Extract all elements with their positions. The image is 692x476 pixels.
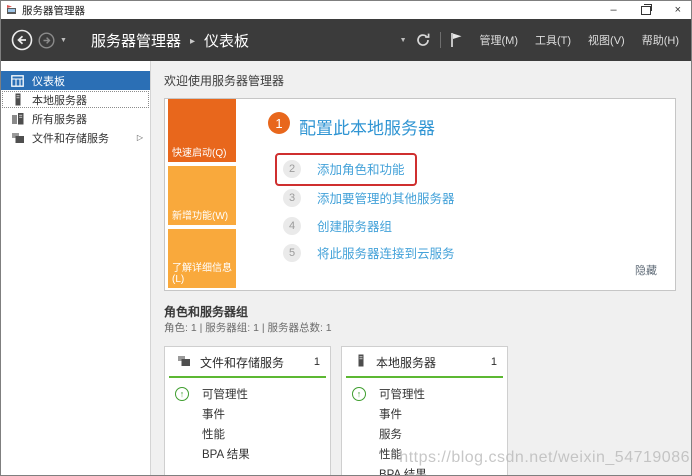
menu-view[interactable]: 视图(V) (588, 32, 625, 48)
expand-arrow-icon[interactable]: ▷ (137, 133, 143, 142)
step-4-badge: 4 (283, 216, 301, 235)
forward-icon[interactable] (38, 31, 55, 49)
step-1-badge: 1 (268, 112, 290, 134)
tile-row-manageability[interactable]: ↑ 可管理性 (165, 384, 330, 404)
step-2-badge: 2 (283, 159, 301, 178)
server-manager-window: 服务器管理器 – × ▼ 服务器管理器 ▸ 仪表板 ▼ 管理(M) 工具(T) … (0, 0, 692, 476)
tile-count: 1 (313, 356, 320, 368)
step-3-badge: 3 (283, 188, 301, 207)
breadcrumb-root[interactable]: 服务器管理器 (91, 30, 181, 51)
title-bar: 服务器管理器 – × (1, 1, 691, 19)
tile-title: 本地服务器 (376, 355, 437, 370)
sidebar-item-all-servers[interactable]: 所有服务器 (1, 109, 150, 128)
dashboard-grid-icon (10, 74, 25, 88)
tile-count: 1 (490, 356, 497, 368)
breadcrumb: 服务器管理器 ▸ 仪表板 (91, 30, 249, 51)
tab-label: 新增功能(W) (172, 211, 229, 222)
sidebar-item-label: 文件和存储服务 (32, 132, 109, 145)
tile-header[interactable]: 文件和存储服务 1 (165, 347, 330, 375)
file-storage-icon (10, 131, 25, 145)
refresh-icon[interactable] (415, 32, 431, 48)
local-server-icon (10, 93, 25, 107)
menu-tools[interactable]: 工具(T) (535, 32, 571, 48)
local-server-icon (354, 354, 367, 370)
roles-groups-title: 角色和服务器组 (164, 305, 249, 319)
tile-title: 文件和存储服务 (200, 355, 285, 370)
tile-row-manageability[interactable]: ↑ 可管理性 (342, 384, 507, 404)
sidebar-item-label: 仪表板 (32, 75, 65, 88)
watermark-text: https://blog.csdn.net/weixin_54719086 (399, 449, 690, 466)
sidebar-item-local-server[interactable]: 本地服务器 (1, 90, 150, 109)
tile-header[interactable]: 本地服务器 1 (342, 347, 507, 375)
tile-file-storage-services: 文件和存储服务 1 ↑ 可管理性 事件 性能 BPA 结果 (164, 346, 331, 475)
sidebar-item-file-storage[interactable]: 文件和存储服务 ▷ (1, 128, 150, 147)
restore-icon[interactable] (640, 3, 652, 15)
up-arrow-icon: ↑ (352, 387, 366, 401)
welcome-heading: 欢迎使用服务器管理器 (164, 74, 285, 88)
tile-row-services[interactable]: 服务 (342, 424, 507, 444)
link-create-server-group[interactable]: 4 创建服务器组 (283, 216, 392, 235)
sidebar-item-label: 本地服务器 (32, 94, 87, 107)
tab-label: 了解详细信息(L) (172, 263, 232, 285)
file-storage-icon (177, 354, 191, 370)
hide-link[interactable]: 隐藏 (635, 262, 657, 278)
link-add-roles-features[interactable]: 2 添加角色和功能 (283, 159, 405, 178)
sidebar-item-dashboard[interactable]: 仪表板 (1, 71, 150, 90)
app-icon (6, 4, 17, 16)
link-connect-cloud-services[interactable]: 5 将此服务器连接到云服务 (283, 243, 455, 262)
toolbar-divider (439, 32, 441, 48)
roles-groups-summary: 角色: 1 | 服务器组: 1 | 服务器总数: 1 (164, 322, 332, 334)
tile-row-events[interactable]: 事件 (342, 404, 507, 424)
menu-help[interactable]: 帮助(H) (642, 32, 679, 48)
tab-quick-start[interactable]: 快速启动(Q) (168, 99, 236, 162)
tile-row-performance[interactable]: 性能 (165, 424, 330, 444)
step-5-badge: 5 (283, 243, 301, 262)
link-add-other-servers[interactable]: 3 添加要管理的其他服务器 (283, 188, 455, 207)
sidebar: 仪表板 本地服务器 所有服务器 文件和存储服务 ▷ (1, 61, 151, 475)
breadcrumb-current[interactable]: 仪表板 (204, 30, 249, 51)
tile-row-events[interactable]: 事件 (165, 404, 330, 424)
up-arrow-icon: ↑ (175, 387, 189, 401)
tab-whats-new[interactable]: 新增功能(W) (168, 166, 236, 225)
tab-label: 快速启动(Q) (172, 148, 227, 159)
scope-caret-icon[interactable]: ▼ (400, 37, 407, 44)
history-caret-icon[interactable]: ▼ (60, 37, 67, 44)
link-configure-local-server[interactable]: 配置此本地服务器 (299, 114, 435, 139)
menu-manage[interactable]: 管理(M) (480, 32, 519, 48)
tab-learn-more[interactable]: 了解详细信息(L) (168, 229, 236, 288)
notifications-flag-icon[interactable] (450, 32, 463, 48)
close-icon[interactable]: × (675, 4, 681, 16)
welcome-panel: 快速启动(Q) 新增功能(W) 了解详细信息(L) 1 配置此本地服务器 2 添… (164, 98, 676, 291)
all-servers-icon (10, 112, 25, 126)
minimize-icon[interactable]: – (610, 4, 616, 16)
back-icon[interactable] (11, 29, 33, 51)
sidebar-item-label: 所有服务器 (32, 113, 87, 126)
dashboard-main: 欢迎使用服务器管理器 快速启动(Q) 新增功能(W) 了解详细信息(L) 1 配… (151, 61, 691, 475)
breadcrumb-separator-icon: ▸ (189, 35, 195, 47)
nav-bar: ▼ 服务器管理器 ▸ 仪表板 ▼ 管理(M) 工具(T) 视图(V) 帮助(H) (1, 19, 691, 61)
tile-row-bpa-results[interactable]: BPA 结果 (165, 444, 330, 464)
window-title: 服务器管理器 (22, 4, 85, 17)
